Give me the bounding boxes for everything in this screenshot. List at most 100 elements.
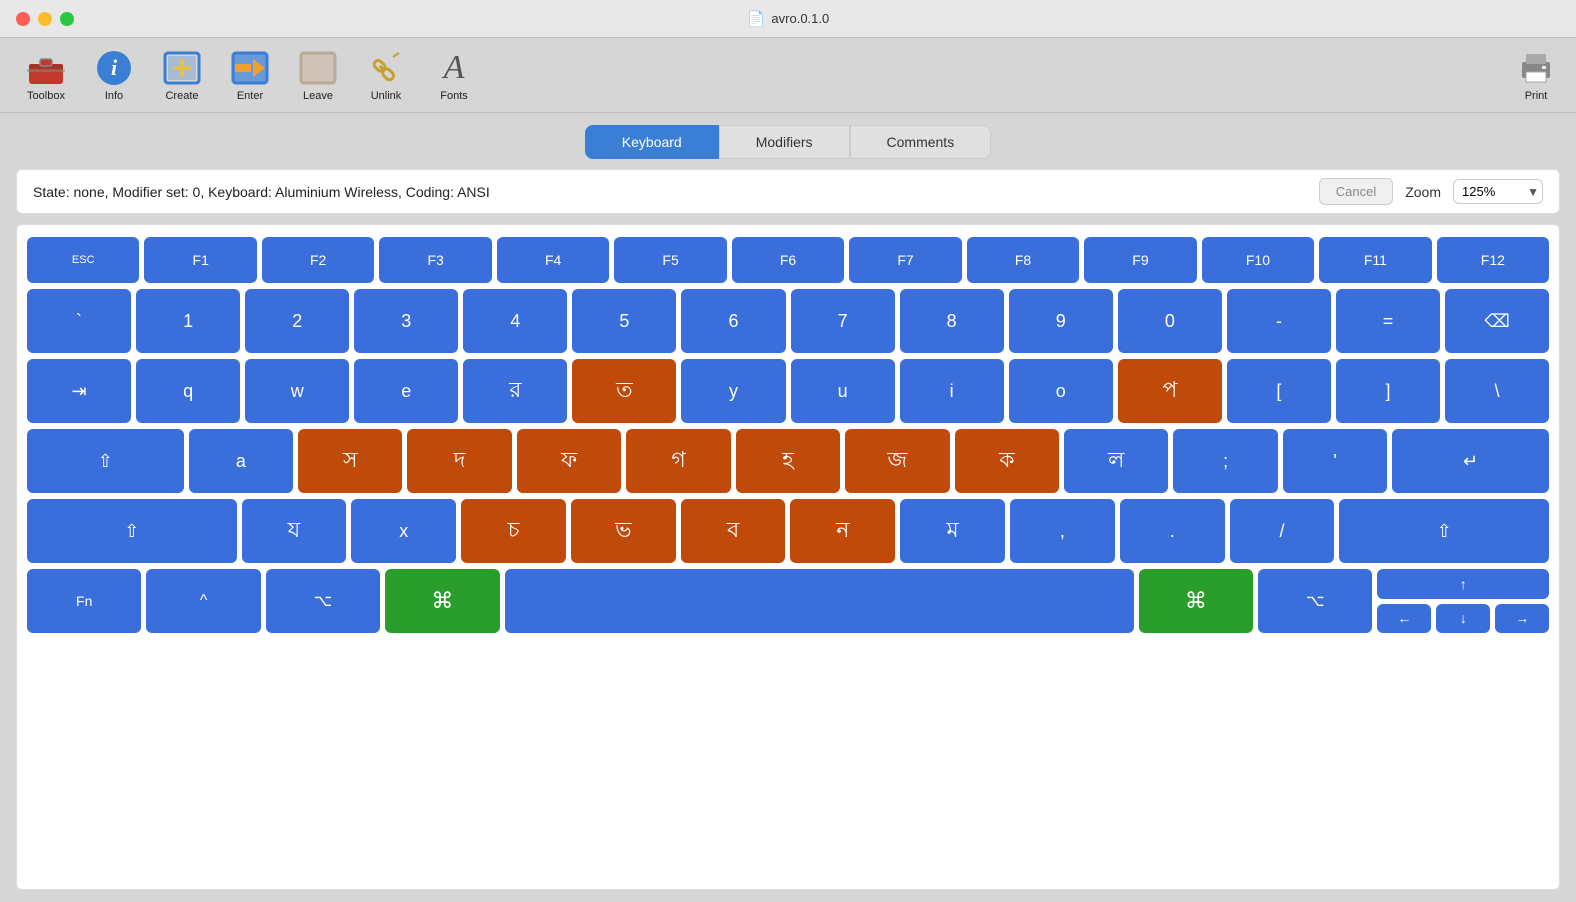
key-b[interactable]: ব: [681, 499, 786, 563]
key-g[interactable]: গ: [626, 429, 730, 493]
key-slash[interactable]: /: [1230, 499, 1335, 563]
key-return[interactable]: ↵: [1392, 429, 1549, 493]
key-m[interactable]: ম: [900, 499, 1005, 563]
print-button[interactable]: Print: [1516, 48, 1556, 102]
key-f6[interactable]: F6: [732, 237, 844, 283]
key-arrow-down[interactable]: ↓: [1436, 604, 1490, 634]
key-minus[interactable]: -: [1227, 289, 1331, 353]
key-5[interactable]: 5: [572, 289, 676, 353]
key-capslock[interactable]: ⇧: [27, 429, 184, 493]
key-3[interactable]: 3: [354, 289, 458, 353]
key-i[interactable]: i: [900, 359, 1004, 423]
key-8[interactable]: 8: [900, 289, 1004, 353]
maximize-button[interactable]: [60, 12, 74, 26]
key-f11[interactable]: F11: [1319, 237, 1431, 283]
key-s[interactable]: স: [298, 429, 402, 493]
key-l[interactable]: ল: [1064, 429, 1168, 493]
key-0[interactable]: 0: [1118, 289, 1222, 353]
key-6[interactable]: 6: [681, 289, 785, 353]
tab-bar: Keyboard Modifiers Comments: [16, 125, 1560, 159]
key-f[interactable]: ফ: [517, 429, 621, 493]
key-q[interactable]: q: [136, 359, 240, 423]
key-d[interactable]: দ: [407, 429, 511, 493]
key-lshift[interactable]: ⇧: [27, 499, 237, 563]
key-arrow-right[interactable]: →: [1495, 604, 1549, 634]
toolbar-create[interactable]: Create: [148, 44, 216, 106]
key-f8[interactable]: F8: [967, 237, 1079, 283]
create-icon: [162, 48, 202, 88]
key-backtick[interactable]: `: [27, 289, 131, 353]
key-f10[interactable]: F10: [1202, 237, 1314, 283]
key-f7[interactable]: F7: [849, 237, 961, 283]
toolbar-enter[interactable]: Enter: [216, 44, 284, 106]
key-9[interactable]: 9: [1009, 289, 1113, 353]
key-equals[interactable]: =: [1336, 289, 1440, 353]
key-f5[interactable]: F5: [614, 237, 726, 283]
key-rcmd[interactable]: ⌘: [1139, 569, 1253, 633]
key-f2[interactable]: F2: [262, 237, 374, 283]
key-f3[interactable]: F3: [379, 237, 491, 283]
key-j[interactable]: জ: [845, 429, 949, 493]
key-z[interactable]: য: [242, 499, 347, 563]
key-4[interactable]: 4: [463, 289, 567, 353]
key-lalt[interactable]: ⌥: [266, 569, 380, 633]
key-ctrl[interactable]: ^: [146, 569, 260, 633]
key-arrow-left[interactable]: ←: [1377, 604, 1431, 634]
key-n[interactable]: ন: [790, 499, 895, 563]
key-row-a: ⇧ a স দ ফ গ হ জ ক ল ; ' ↵: [27, 429, 1549, 493]
key-period[interactable]: .: [1120, 499, 1225, 563]
info-label: Info: [105, 90, 123, 102]
key-lbracket[interactable]: [: [1227, 359, 1331, 423]
key-k[interactable]: ক: [955, 429, 1059, 493]
toolbar-unlink[interactable]: Unlink: [352, 44, 420, 106]
enter-icon: [230, 48, 270, 88]
key-space[interactable]: [505, 569, 1134, 633]
key-u[interactable]: u: [791, 359, 895, 423]
key-comma[interactable]: ,: [1010, 499, 1115, 563]
key-a[interactable]: a: [189, 429, 293, 493]
key-arrow-up[interactable]: ↑: [1377, 569, 1549, 599]
key-p[interactable]: প: [1118, 359, 1222, 423]
tab-comments[interactable]: Comments: [850, 125, 992, 159]
key-rshift[interactable]: ⇧: [1339, 499, 1549, 563]
tab-keyboard[interactable]: Keyboard: [585, 125, 719, 159]
key-e[interactable]: e: [354, 359, 458, 423]
zoom-label: Zoom: [1405, 184, 1441, 200]
key-quote[interactable]: ': [1283, 429, 1387, 493]
key-w[interactable]: w: [245, 359, 349, 423]
key-o[interactable]: o: [1009, 359, 1113, 423]
minimize-button[interactable]: [38, 12, 52, 26]
zoom-select[interactable]: 75% 100% 125% 150% 175% 200%: [1453, 179, 1543, 204]
key-row-bottom: Fn ^ ⌥ ⌘ ⌘ ⌥ ↑ ← ↓ →: [27, 569, 1549, 633]
key-2[interactable]: 2: [245, 289, 349, 353]
key-esc[interactable]: ESC: [27, 237, 139, 283]
key-7[interactable]: 7: [791, 289, 895, 353]
key-v[interactable]: ভ: [571, 499, 676, 563]
key-backslash[interactable]: \: [1445, 359, 1549, 423]
key-fn[interactable]: Fn: [27, 569, 141, 633]
key-lcmd[interactable]: ⌘: [385, 569, 499, 633]
key-ralt[interactable]: ⌥: [1258, 569, 1372, 633]
tab-modifiers[interactable]: Modifiers: [719, 125, 850, 159]
key-tab[interactable]: ⇥: [27, 359, 131, 423]
key-f12[interactable]: F12: [1437, 237, 1549, 283]
key-f4[interactable]: F4: [497, 237, 609, 283]
key-c[interactable]: চ: [461, 499, 566, 563]
toolbar-fonts[interactable]: A Fonts: [420, 44, 488, 106]
key-1[interactable]: 1: [136, 289, 240, 353]
key-backspace[interactable]: ⌫: [1445, 289, 1549, 353]
key-f9[interactable]: F9: [1084, 237, 1196, 283]
key-h[interactable]: হ: [736, 429, 840, 493]
close-button[interactable]: [16, 12, 30, 26]
key-y[interactable]: y: [681, 359, 785, 423]
key-semicolon[interactable]: ;: [1173, 429, 1277, 493]
key-rbracket[interactable]: ]: [1336, 359, 1440, 423]
toolbar-leave[interactable]: Leave: [284, 44, 352, 106]
toolbar-info[interactable]: i Info: [80, 44, 148, 106]
key-x[interactable]: x: [351, 499, 456, 563]
key-t[interactable]: ত: [572, 359, 676, 423]
cancel-button[interactable]: Cancel: [1319, 178, 1393, 205]
key-f1[interactable]: F1: [144, 237, 256, 283]
key-r[interactable]: র: [463, 359, 567, 423]
toolbar-toolbox[interactable]: Toolbox: [12, 44, 80, 106]
